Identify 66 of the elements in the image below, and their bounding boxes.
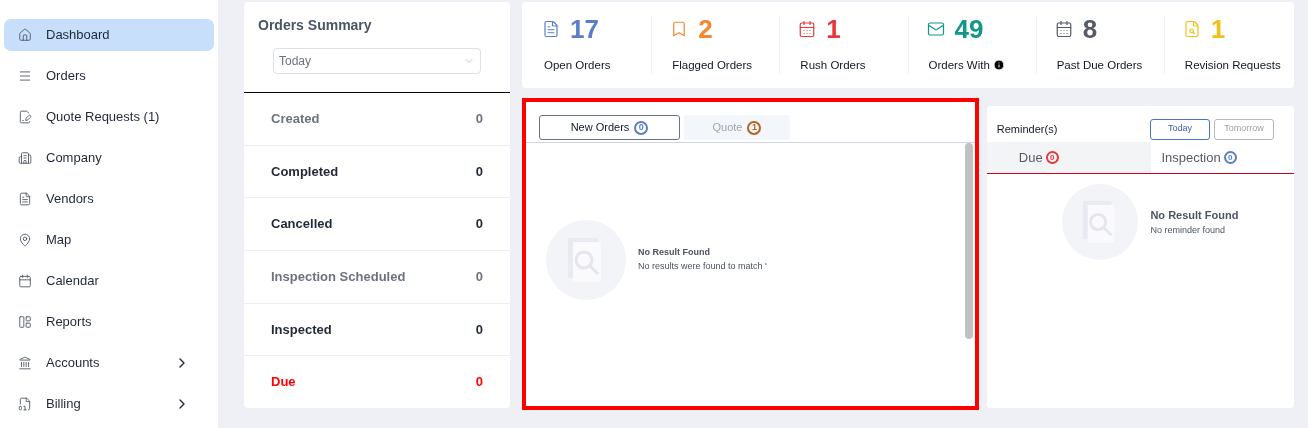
- status-count: 0: [475, 110, 483, 129]
- home-icon: [18, 28, 32, 42]
- empty-title: No Result Found: [638, 246, 711, 259]
- status-count: 0: [475, 162, 483, 181]
- status-label: Due: [271, 373, 297, 392]
- stat-value: 17: [570, 16, 599, 42]
- sidebar-item[interactable]: Accounts: [4, 347, 214, 379]
- status-count: 0: [475, 215, 483, 234]
- menu-icon: [18, 69, 32, 83]
- card-title: Reminder(s): [996, 121, 1059, 137]
- sidebar-item[interactable]: Orders: [4, 60, 214, 92]
- reminder-tab[interactable]: Due 0: [986, 142, 1152, 173]
- status-count: 0: [475, 268, 483, 287]
- status-label: Completed: [271, 162, 340, 181]
- period-dropdown[interactable]: Today: [273, 48, 481, 74]
- sidebar-item[interactable]: Calendar: [4, 265, 214, 297]
- document-search-icon: [1182, 20, 1201, 38]
- document-icon: [18, 192, 32, 206]
- document-icon: [542, 20, 560, 38]
- stat-label: Rush Orders: [800, 57, 866, 73]
- info-icon[interactable]: [992, 59, 1005, 72]
- status-count: 0: [475, 320, 483, 339]
- status-count: 0: [475, 373, 483, 392]
- stat-value: 1: [1210, 16, 1226, 42]
- sidebar-item[interactable]: Billing: [4, 388, 214, 420]
- sidebar-item[interactable]: Map: [4, 224, 214, 256]
- orders-tab[interactable]: Quote 1: [684, 115, 790, 140]
- reminder-tab[interactable]: Inspection 0: [1151, 142, 1294, 173]
- orders-tab[interactable]: New Orders 0: [539, 115, 680, 140]
- scrollbar[interactable]: [964, 143, 973, 339]
- stat-value: 49: [954, 16, 984, 42]
- empty-message: No reminder found: [1150, 223, 1226, 237]
- sidebar-item[interactable]: Dashboard: [4, 19, 214, 51]
- status-label: Created: [271, 110, 321, 129]
- status-label: Cancelled: [271, 215, 334, 234]
- calendar-icon: [798, 20, 817, 38]
- status-label: Inspection Scheduled: [271, 268, 407, 287]
- empty-message: No results were found to match ': [638, 259, 767, 273]
- count-badge: 0: [634, 120, 649, 135]
- layout-icon: [18, 315, 32, 329]
- map-pin-icon: [18, 233, 32, 247]
- calendar-icon: [1054, 20, 1073, 38]
- stat-label: Revision Requests: [1184, 57, 1281, 73]
- stat-label: Flagged Orders: [672, 57, 753, 73]
- count-badge: 0: [1223, 151, 1237, 164]
- stat-label: Open Orders: [544, 57, 611, 73]
- sidebar-item[interactable]: Company: [4, 142, 214, 174]
- card-title: Orders Summary: [258, 16, 373, 35]
- calendar-icon: [18, 274, 32, 288]
- document-pen-icon: [18, 110, 32, 124]
- stat-label: Orders With: [928, 57, 990, 73]
- bank-icon: [18, 356, 32, 370]
- count-badge: 0: [1045, 151, 1059, 164]
- stat-value: 2: [698, 16, 713, 42]
- sidebar-item[interactable]: Quote Requests (1): [4, 101, 214, 133]
- mail-icon: [926, 20, 945, 38]
- building-icon: [18, 151, 32, 165]
- sidebar-item[interactable]: Reports: [4, 306, 214, 338]
- sidebar-item[interactable]: Vendors: [4, 183, 214, 215]
- stat-label: Past Due Orders: [1056, 57, 1143, 73]
- stat-value: 1: [826, 16, 841, 42]
- day-button[interactable]: Today: [1150, 118, 1210, 140]
- status-label: Inspected: [271, 320, 333, 339]
- count-badge: 1: [747, 120, 762, 135]
- stat-value: 8: [1082, 16, 1098, 42]
- empty-title: No Result Found: [1150, 208, 1239, 223]
